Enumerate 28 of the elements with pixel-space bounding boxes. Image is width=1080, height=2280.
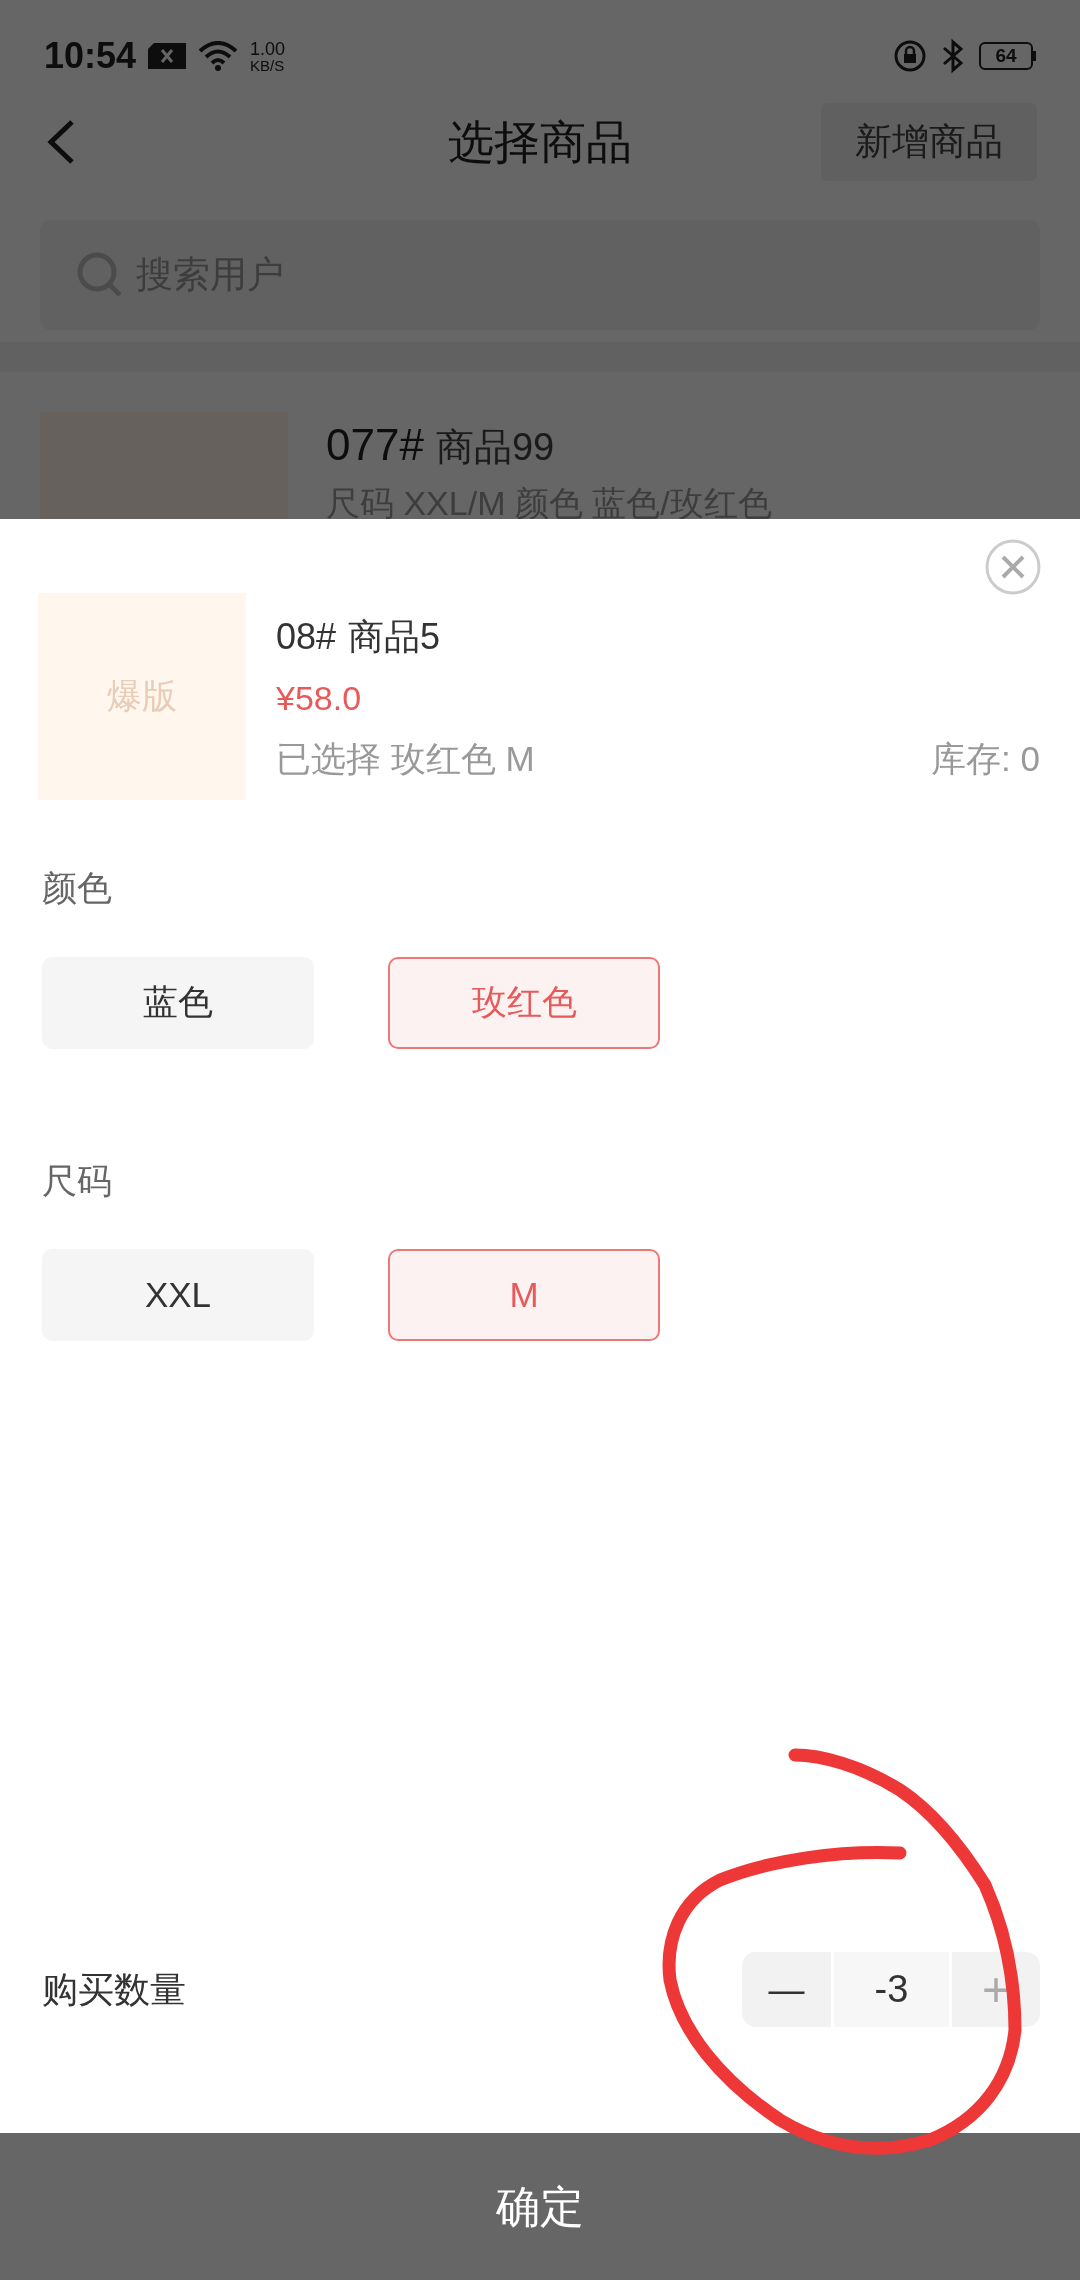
speed-unit: KB/S	[250, 57, 286, 73]
product-code: 077#	[326, 419, 424, 471]
page-title: 选择商品	[448, 114, 632, 170]
battery-indicator: 64	[979, 42, 1036, 70]
quantity-value[interactable]: -3	[834, 1952, 949, 2027]
sim-icon	[148, 43, 187, 69]
quantity-label: 购买数量	[42, 1967, 186, 2012]
wifi-icon	[198, 41, 239, 71]
stock-count: 库存: 0	[931, 738, 1040, 780]
close-icon[interactable]	[985, 539, 1041, 595]
option-chip[interactable]: 玫红色	[388, 956, 660, 1049]
product-code: 08#	[276, 615, 337, 659]
product-name: 商品99	[435, 425, 555, 470]
bluetooth-icon	[941, 39, 965, 73]
option-group-title: 颜色	[42, 868, 112, 907]
selected-variant: 已选择 玫红色 M	[276, 738, 535, 780]
product-name: 商品5	[348, 615, 441, 659]
option-chip[interactable]: 蓝色	[42, 956, 314, 1049]
option-chip[interactable]: M	[388, 1249, 660, 1341]
back-icon[interactable]	[46, 119, 76, 165]
rotation-lock-icon	[893, 39, 927, 73]
status-time: 10:54	[44, 34, 137, 78]
network-speed: 1.00	[250, 39, 286, 58]
product-price: ¥58.0	[276, 678, 363, 719]
option-chip[interactable]: XXL	[42, 1249, 314, 1341]
option-group-title: 尺码	[42, 1160, 112, 1200]
confirm-button[interactable]: 确定	[0, 2133, 1080, 2280]
decrease-button[interactable]: —	[742, 1952, 831, 2027]
